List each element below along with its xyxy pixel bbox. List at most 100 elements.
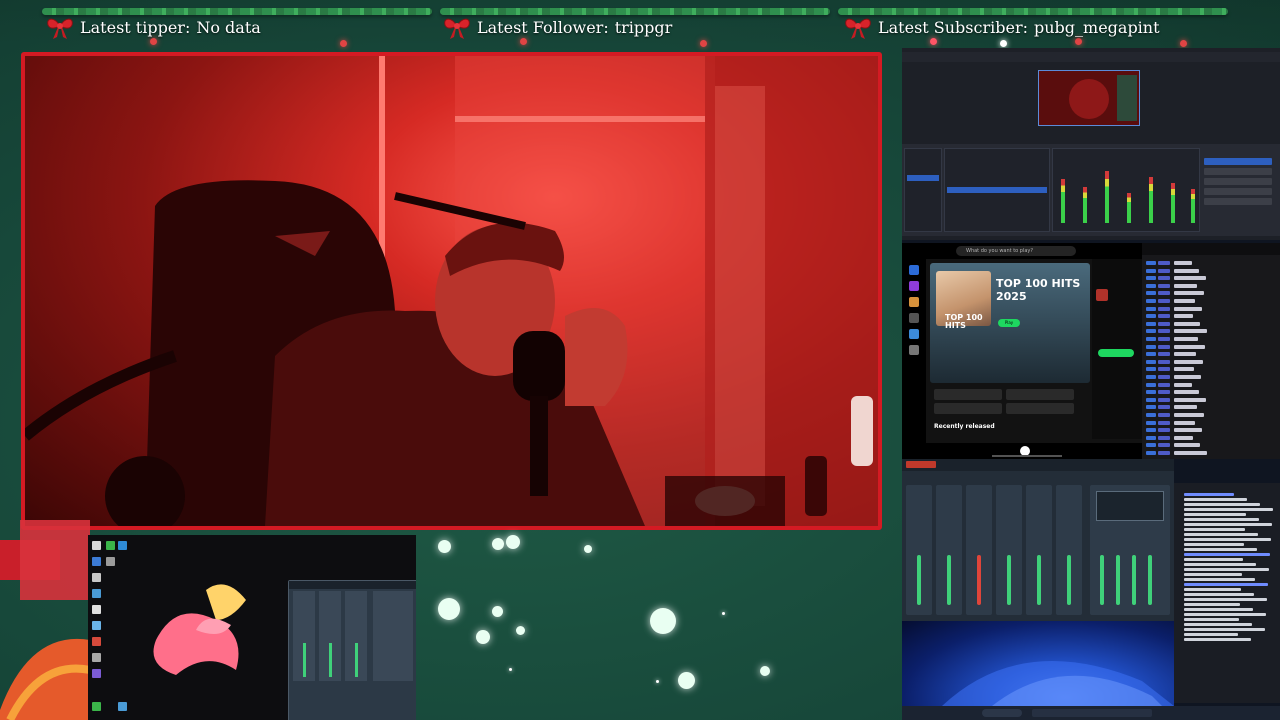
obs-menubar (902, 52, 1280, 62)
player-bar (902, 443, 1142, 459)
follower-label: Latest Follower: (477, 17, 609, 37)
subscriber-value: pubg_megapint (1033, 17, 1160, 37)
activity-feed (1142, 243, 1280, 459)
chat-line (1184, 523, 1272, 526)
playlist-title: TOP 100 HITS 2025 (996, 277, 1081, 303)
mini-desktop-capture (88, 535, 416, 720)
voicemeeter-window (902, 459, 1174, 621)
chat-line (1184, 508, 1273, 511)
activity-row (1146, 314, 1193, 319)
chat-line (1184, 603, 1240, 606)
activity-row (1146, 261, 1192, 266)
snow-particle (492, 538, 504, 550)
activity-row (1146, 329, 1207, 334)
snow-particle (476, 630, 490, 644)
activity-row (1146, 299, 1195, 304)
chat-line (1184, 573, 1242, 576)
activity-row (1146, 337, 1198, 342)
spotify-search-input[interactable]: What do you want to play? (956, 246, 1076, 256)
chat-line (1184, 538, 1271, 541)
activity-row (1146, 405, 1197, 410)
sparkle (722, 612, 725, 615)
chat-line (1184, 618, 1239, 621)
input-strip[interactable] (936, 485, 962, 615)
chat-line (1184, 543, 1244, 546)
chat-line (1184, 638, 1251, 641)
scenes-dock (904, 148, 942, 232)
settings-button[interactable] (1204, 198, 1272, 205)
virtual-camera-button[interactable] (1204, 178, 1272, 185)
gift-bow-icon (47, 18, 73, 39)
spotify-window: What do you want to play? TOP 100 HITS T… (902, 243, 1142, 459)
chat-line (1184, 493, 1234, 496)
recently-released-heading: Recently released (934, 423, 995, 430)
chat-line (1184, 598, 1267, 601)
chat-panel (1174, 483, 1280, 703)
obs-docks (902, 144, 1280, 236)
activity-row (1146, 283, 1197, 289)
subscriber-label: Latest Subscriber: (878, 17, 1028, 37)
chat-line (1184, 623, 1252, 626)
sparkle (509, 668, 512, 671)
snow-particle (438, 540, 451, 553)
voicemeeter-mini (288, 580, 416, 720)
input-strip[interactable] (996, 485, 1022, 615)
master-section[interactable] (1090, 485, 1170, 615)
activity-row (1146, 413, 1204, 418)
start-recording-button[interactable] (1204, 168, 1272, 175)
desktop-capture: What do you want to play? TOP 100 HITS T… (902, 48, 1280, 720)
activity-row (1146, 291, 1204, 296)
tipper-label: Latest tipper: (80, 17, 191, 37)
chat-line (1184, 593, 1254, 596)
webcam-scene (25, 56, 878, 526)
spotify-library (902, 259, 926, 459)
chat-line (1184, 503, 1260, 506)
playlist-cover: TOP 100 HITS (936, 271, 991, 330)
virtual-strip[interactable] (1056, 485, 1082, 615)
chat-line (1184, 498, 1247, 501)
snow-particle (584, 545, 592, 553)
gift-bow-icon (444, 18, 470, 39)
activity-row (1146, 321, 1200, 327)
activity-row (1146, 306, 1202, 312)
shortcut-tile[interactable] (1006, 403, 1074, 414)
snow-particle (760, 666, 770, 676)
chat-line (1184, 528, 1245, 531)
chat-line (1184, 633, 1238, 636)
taskbar (902, 706, 1280, 720)
virtual-strip[interactable] (1026, 485, 1052, 615)
audio-mixer-dock (1052, 148, 1200, 232)
chat-line (1184, 558, 1243, 561)
snow-particle (492, 606, 503, 617)
shortcut-tile[interactable] (934, 389, 1002, 400)
chat-line (1184, 628, 1265, 631)
activity-row (1146, 390, 1199, 395)
input-strip[interactable] (966, 485, 992, 615)
play-button[interactable]: Play (998, 319, 1020, 327)
activity-row (1146, 367, 1194, 372)
activity-row (1146, 443, 1200, 448)
gift-bow-icon (845, 18, 871, 39)
chat-line (1184, 613, 1266, 616)
chat-line (1184, 518, 1259, 521)
obs-preview (1038, 70, 1140, 126)
studio-mode-button[interactable] (1204, 188, 1272, 195)
decorative-ornament (0, 510, 90, 720)
chat-line (1184, 608, 1253, 611)
obs-window (902, 48, 1280, 240)
input-strip[interactable] (906, 485, 932, 615)
latest-tipper: Latest tipper: No data (44, 14, 261, 40)
snow-particle (650, 608, 676, 634)
activity-row (1146, 435, 1193, 441)
ornament-light (700, 40, 707, 47)
shortcut-tile[interactable] (1006, 389, 1074, 400)
activity-row (1146, 420, 1195, 426)
queue-panel (1092, 259, 1142, 439)
activity-row (1146, 397, 1206, 403)
start-streaming-button[interactable] (1204, 158, 1272, 165)
desktop-wallpaper (902, 621, 1174, 706)
shortcut-tile[interactable] (934, 403, 1002, 414)
ornament-light (1180, 40, 1187, 47)
activity-row (1146, 382, 1192, 388)
chat-line (1184, 533, 1258, 536)
